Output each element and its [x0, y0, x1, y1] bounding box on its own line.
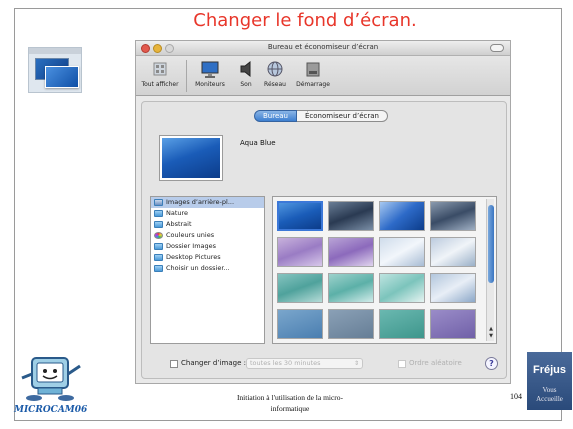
wallpaper-thumb[interactable] [328, 201, 374, 231]
toolbar-label: Moniteurs [195, 81, 225, 88]
wallpaper-thumb[interactable] [379, 201, 425, 231]
scroll-up-arrow[interactable]: ▲ [488, 327, 494, 332]
footer-line-2: informatique [270, 404, 310, 413]
toolbar-moniteurs[interactable]: Moniteurs [190, 59, 230, 88]
globe-icon [267, 61, 283, 77]
folder-icon [154, 265, 163, 272]
footer-line-1: Initiation à l'utilisation de la micro- [236, 393, 344, 402]
window-titlebar: Bureau et économiseur d’écran [136, 41, 510, 56]
disk-icon [306, 62, 320, 77]
wallpaper-thumb[interactable] [277, 309, 323, 339]
wallpaper-grid: ▲ ▼ [272, 196, 497, 344]
desktop-window-icon [28, 47, 82, 93]
preferences-window: Bureau et économiseur d’écran Tout affic… [135, 40, 511, 384]
page-number: 104 [510, 392, 522, 401]
mascot-label: MICROCAM06 [14, 405, 88, 415]
toolbar-tout-afficher[interactable]: Tout afficher [138, 59, 182, 88]
chevron-updown-icon: ⇕ [353, 360, 359, 367]
toolbar-reseau[interactable]: Réseau [260, 59, 290, 88]
wallpaper-thumb[interactable] [277, 237, 323, 267]
toolbar-label: Réseau [264, 81, 286, 88]
source-item-dossier-images[interactable]: Dossier Images [151, 241, 264, 252]
source-list: Images d’arrière-pl... Nature Abstrait C… [150, 196, 265, 344]
scroll-down-arrow[interactable]: ▼ [488, 334, 494, 339]
source-item-couleurs-unies[interactable]: Couleurs unies [151, 230, 264, 241]
tab-bar: Bureau Économiseur d’écran [254, 110, 388, 122]
toolbar-label: Son [240, 81, 252, 88]
color-wheel-icon [154, 232, 163, 239]
wallpaper-thumb[interactable] [430, 237, 476, 267]
change-image-checkbox[interactable] [170, 360, 178, 368]
toolbar-label: Tout afficher [141, 81, 179, 88]
random-order-checkbox[interactable] [398, 360, 406, 368]
folder-icon [154, 210, 163, 217]
source-item-abstrait[interactable]: Abstrait [151, 219, 264, 230]
toolbar-separator [186, 60, 187, 92]
source-item-images-arriere-plan[interactable]: Images d’arrière-pl... [151, 197, 264, 208]
folder-icon [154, 254, 163, 261]
source-item-choisir-dossier[interactable]: Choisir un dossier... [151, 263, 264, 274]
slide-title: Changer le fond d’écran. [193, 10, 417, 31]
wallpaper-preview[interactable] [160, 136, 222, 180]
window-title: Bureau et économiseur d’écran [267, 43, 379, 51]
wallpaper-thumb[interactable] [328, 309, 374, 339]
wallpaper-thumb[interactable] [379, 273, 425, 303]
wallpaper-thumb[interactable] [328, 273, 374, 303]
frejus-logo: Fréjus Vous Accueille [527, 352, 572, 410]
logo-subtitle: Vous Accueille [536, 386, 563, 403]
scrollbar-thumb[interactable] [488, 205, 494, 283]
wallpaper-thumb[interactable] [277, 273, 323, 303]
slide: Changer le fond d’écran. Bureau et écono… [0, 0, 573, 429]
wallpaper-thumb[interactable] [277, 201, 323, 231]
change-image-row: Changer d’image : toutes les 30 minutes … [150, 357, 502, 371]
folder-icon [154, 243, 163, 250]
logo-title: Fréjus [532, 364, 566, 376]
wallpaper-thumb[interactable] [430, 309, 476, 339]
wallpaper-scrollbar[interactable]: ▲ ▼ [486, 199, 494, 341]
source-item-nature[interactable]: Nature [151, 208, 264, 219]
help-button[interactable]: ? [485, 357, 498, 370]
footer-text: Initiation à l'utilisation de la micro- … [200, 392, 380, 414]
monitor-icon [201, 61, 219, 78]
random-order-label: Ordre aléatoire [409, 359, 462, 367]
grid-icon [153, 62, 167, 76]
wallpaper-thumb[interactable] [379, 237, 425, 267]
source-item-desktop-pictures[interactable]: Desktop Pictures [151, 252, 264, 263]
change-image-label: Changer d’image : [181, 359, 246, 367]
wallpaper-thumb[interactable] [430, 201, 476, 231]
folder-icon [154, 221, 163, 228]
toolbar-son[interactable]: Son [234, 59, 258, 88]
toolbar-label: Démarrage [296, 81, 330, 88]
tab-economiseur[interactable]: Économiseur d’écran [297, 110, 388, 122]
computer-mascot-icon [21, 357, 81, 401]
wallpaper-thumb[interactable] [379, 309, 425, 339]
speaker-icon [240, 60, 251, 78]
apple-icon [154, 199, 163, 206]
wallpaper-thumb[interactable] [328, 237, 374, 267]
wallpaper-thumb[interactable] [430, 273, 476, 303]
toolbar-toggle-button[interactable] [490, 44, 504, 52]
interval-select[interactable]: toutes les 30 minutes ⇕ [246, 358, 363, 369]
wallpaper-name: Aqua Blue [240, 139, 276, 147]
toolbar: Tout afficher Moniteurs Son Réseau Démar… [136, 56, 510, 96]
tab-bureau[interactable]: Bureau [254, 110, 297, 122]
toolbar-demarrage[interactable]: Démarrage [292, 59, 334, 88]
